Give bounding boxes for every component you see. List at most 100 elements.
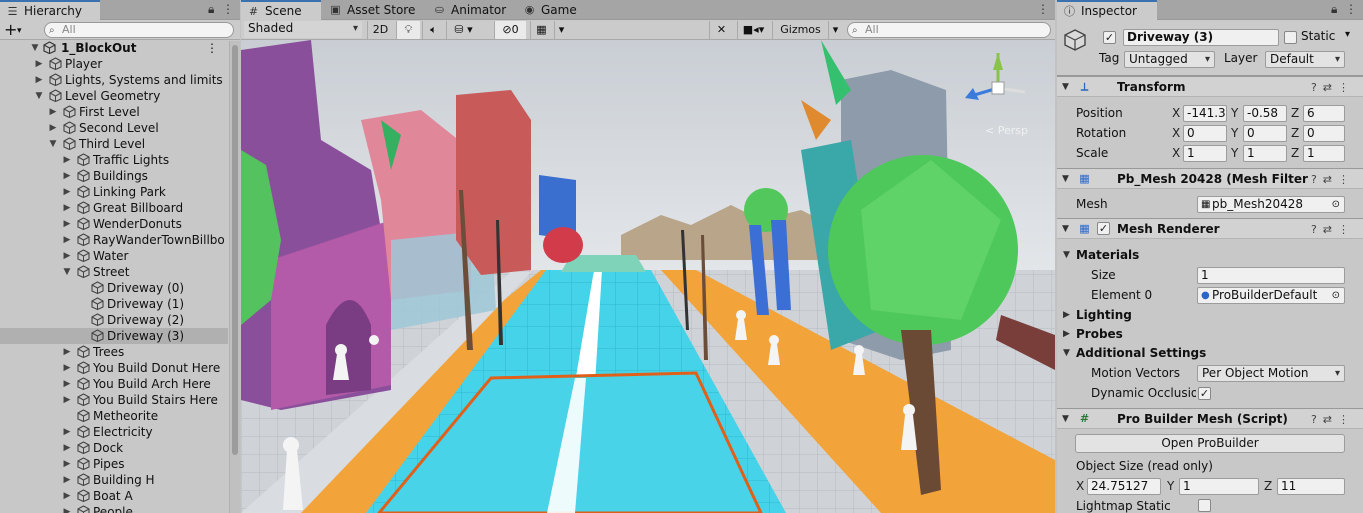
hierarchy-item[interactable]: ▶ Electricity bbox=[0, 424, 228, 440]
expand-arrow-icon[interactable]: ▶ bbox=[61, 504, 73, 513]
component-controls[interactable]: ?⇄⋮ bbox=[1311, 219, 1355, 240]
layer-dropdown[interactable]: Default bbox=[1265, 51, 1345, 68]
size-x-field[interactable]: 24.75127 bbox=[1087, 478, 1161, 495]
mesh-renderer-header[interactable]: ▼ ▦ ✓ Mesh Renderer ?⇄⋮ bbox=[1057, 218, 1363, 239]
tag-dropdown[interactable]: Untagged bbox=[1124, 51, 1215, 68]
hierarchy-item[interactable]: ▼ Third Level bbox=[0, 136, 228, 152]
hierarchy-item[interactable]: ▶ Linking Park bbox=[0, 184, 228, 200]
tab-inspector[interactable]: ⓘ Inspector bbox=[1057, 0, 1157, 20]
component-controls[interactable]: ?⇄⋮ bbox=[1311, 409, 1355, 430]
scene-viewport[interactable]: < Persp bbox=[241, 40, 1055, 513]
scale-x-field[interactable]: 1 bbox=[1183, 145, 1227, 162]
collapse-arrow-icon[interactable]: ▼ bbox=[1062, 169, 1069, 190]
component-menu-icon[interactable]: ⋮ bbox=[1338, 223, 1355, 236]
expand-arrow-icon[interactable]: ▶ bbox=[61, 392, 73, 408]
rotation-x-field[interactable]: 0 bbox=[1183, 125, 1227, 142]
transform-header[interactable]: ▼ ⟂ Transform ?⇄⋮ bbox=[1057, 76, 1363, 97]
tab-scene[interactable]: # Scene bbox=[241, 0, 321, 20]
hierarchy-item[interactable]: ▶ Dock bbox=[0, 440, 228, 456]
material-object-field[interactable]: ● ProBuilderDefault ⊙ bbox=[1197, 287, 1345, 304]
hierarchy-item[interactable]: ▶ First Level bbox=[0, 104, 228, 120]
hierarchy-item[interactable]: ▶ Trees bbox=[0, 344, 228, 360]
rotation-z-field[interactable]: 0 bbox=[1303, 125, 1345, 142]
collapse-arrow-icon[interactable]: ▼ bbox=[1062, 409, 1069, 430]
hierarchy-item[interactable]: ▶ People bbox=[0, 504, 228, 513]
materials-row[interactable]: ▼ Materials bbox=[1057, 245, 1363, 265]
expand-arrow-icon[interactable]: ▶ bbox=[1063, 324, 1070, 344]
hierarchy-item[interactable]: ▶ You Build Arch Here bbox=[0, 376, 228, 392]
shading-mode-dropdown[interactable]: Shaded bbox=[244, 21, 362, 38]
dynamic-occlusion-checkbox[interactable]: ✓ bbox=[1198, 387, 1211, 400]
toggle-2d-button[interactable]: 2D bbox=[367, 21, 393, 39]
lock-icon[interactable]: 🔒︎ bbox=[208, 2, 214, 16]
active-checkbox[interactable]: ✓ bbox=[1103, 31, 1116, 44]
preset-icon[interactable]: ⇄ bbox=[1323, 173, 1338, 186]
expand-arrow-icon[interactable]: ▶ bbox=[61, 168, 73, 184]
hierarchy-item[interactable]: ▶ Water bbox=[0, 248, 228, 264]
expand-arrow-icon[interactable]: ▼ bbox=[29, 40, 41, 56]
scene-menu-icon[interactable]: ⋮ bbox=[206, 40, 218, 56]
lighting-foldout[interactable]: ▶ Lighting bbox=[1057, 305, 1363, 325]
component-controls[interactable]: ?⇄⋮ bbox=[1311, 77, 1355, 98]
static-checkbox[interactable] bbox=[1284, 31, 1297, 44]
gizmo-center-cube[interactable] bbox=[991, 81, 1005, 95]
size-y-field[interactable]: 1 bbox=[1179, 478, 1259, 495]
hierarchy-item[interactable]: ▶ WenderDonuts bbox=[0, 216, 228, 232]
effects-dropdown[interactable]: ⛁ ▾ bbox=[446, 21, 480, 39]
mesh-renderer-enabled-checkbox[interactable]: ✓ bbox=[1097, 222, 1110, 235]
collapse-arrow-icon[interactable]: ▼ bbox=[47, 136, 59, 152]
object-name-field[interactable]: Driveway (3) bbox=[1123, 29, 1279, 46]
component-menu-icon[interactable]: ⋮ bbox=[1338, 173, 1355, 186]
expand-arrow-icon[interactable]: ▶ bbox=[61, 232, 73, 248]
grid-dropdown-arrow[interactable]: ▾ bbox=[554, 21, 568, 39]
panel-menu-icon[interactable]: ⋮ bbox=[1345, 2, 1357, 16]
collapse-arrow-icon[interactable]: ▼ bbox=[1063, 343, 1070, 363]
collapse-arrow-icon[interactable]: ▼ bbox=[1062, 77, 1069, 98]
hierarchy-item[interactable]: Metheorite bbox=[0, 408, 228, 424]
object-picker-icon[interactable]: ⊙ bbox=[1332, 197, 1340, 212]
expand-arrow-icon[interactable]: ▶ bbox=[61, 344, 73, 360]
motion-vectors-dropdown[interactable]: Per Object Motion bbox=[1197, 365, 1345, 382]
mesh-object-field[interactable]: ▦ pb_Mesh20428 ⊙ bbox=[1197, 196, 1345, 213]
expand-arrow-icon[interactable]: ▶ bbox=[33, 72, 45, 88]
expand-arrow-icon[interactable]: ▶ bbox=[61, 184, 73, 200]
collapse-arrow-icon[interactable]: ▼ bbox=[61, 264, 73, 280]
hierarchy-item[interactable]: ▶ You Build Stairs Here bbox=[0, 392, 228, 408]
hierarchy-item[interactable]: ▶ You Build Donut Here bbox=[0, 360, 228, 376]
expand-arrow-icon[interactable]: ▶ bbox=[61, 248, 73, 264]
grid-dropdown[interactable]: ▦ bbox=[530, 21, 552, 39]
hierarchy-item[interactable]: ▶ Second Level bbox=[0, 120, 228, 136]
audio-toggle-button[interactable]: 🔈︎ bbox=[422, 21, 444, 39]
object-picker-icon[interactable]: ⊙ bbox=[1332, 288, 1340, 303]
expand-arrow-icon[interactable]: ▶ bbox=[61, 456, 73, 472]
tab-hierarchy[interactable]: ☰ Hierarchy bbox=[0, 0, 100, 20]
hierarchy-item[interactable]: ▶ Buildings bbox=[0, 168, 228, 184]
lock-icon[interactable]: 🔒︎ bbox=[1331, 2, 1337, 16]
collapse-arrow-icon[interactable]: ▼ bbox=[1063, 245, 1070, 265]
expand-arrow-icon[interactable]: ▶ bbox=[47, 120, 59, 136]
position-x-field[interactable]: -141.3 bbox=[1183, 105, 1227, 122]
gizmos-button[interactable]: Gizmos bbox=[772, 21, 828, 39]
size-field[interactable]: 1 bbox=[1197, 267, 1345, 284]
expand-arrow-icon[interactable]: ▶ bbox=[47, 104, 59, 120]
expand-arrow-icon[interactable]: ▶ bbox=[33, 56, 45, 72]
hierarchy-tab-controls[interactable]: 🔒︎ ⋮ bbox=[208, 2, 234, 17]
hierarchy-item[interactable]: ▶ Player bbox=[0, 56, 228, 72]
expand-arrow-icon[interactable]: ▶ bbox=[61, 360, 73, 376]
tools-button[interactable]: ✕ bbox=[709, 21, 733, 39]
component-menu-icon[interactable]: ⋮ bbox=[1338, 81, 1355, 94]
hierarchy-scrollbar[interactable] bbox=[229, 41, 240, 513]
position-z-field[interactable]: 6 bbox=[1303, 105, 1345, 122]
camera-dropdown[interactable]: ■◂▾ bbox=[737, 21, 769, 39]
expand-arrow-icon[interactable]: ▶ bbox=[61, 152, 73, 168]
hierarchy-item[interactable]: Driveway (2) bbox=[0, 312, 228, 328]
component-controls[interactable]: ?⇄⋮ bbox=[1311, 169, 1355, 190]
hierarchy-search-input[interactable]: ⌕ All bbox=[44, 22, 234, 38]
collapse-arrow-icon[interactable]: ▼ bbox=[1062, 219, 1069, 240]
expand-arrow-icon[interactable]: ▶ bbox=[61, 376, 73, 392]
panel-menu-icon[interactable]: ⋮ bbox=[222, 2, 234, 16]
preset-icon[interactable]: ⇄ bbox=[1323, 81, 1338, 94]
size-z-field[interactable]: 11 bbox=[1277, 478, 1345, 495]
hierarchy-item[interactable]: ▼ Street bbox=[0, 264, 228, 280]
hierarchy-item[interactable]: ▶ Great Billboard bbox=[0, 200, 228, 216]
